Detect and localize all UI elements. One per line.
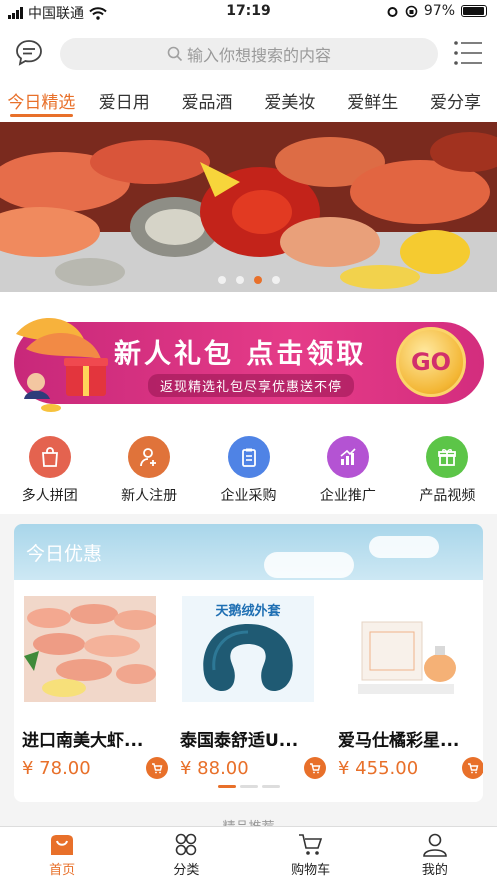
tab-daily-use[interactable]: 爱日用 [83,82,166,122]
nav-profile[interactable]: 我的 [373,827,497,883]
promo-title: 新人礼包 点击领取 [114,339,367,370]
search-icon [167,46,183,62]
shrimp-image [24,596,156,702]
cart-icon [468,763,479,774]
battery-percent: 97% [423,3,455,19]
promo-subtitle: 返现精选礼包尽享优惠送不停 [148,374,355,397]
gift-icon [426,436,469,478]
cart-icon [152,763,163,774]
search-input[interactable]: 输入你想搜索的内容 [60,38,438,70]
deals-pager [14,785,483,788]
nav-category[interactable]: 分类 [124,827,248,883]
carousel-dot-active[interactable] [253,276,262,284]
cloud-decoration [369,536,439,558]
quick-link-label: 企业采购 [220,488,277,504]
cart-icon [310,763,321,774]
pager-indicator-active [217,785,236,788]
quick-link-promotion[interactable]: 企业推广 [298,424,397,514]
add-to-cart-button[interactable] [304,757,326,779]
quick-link-label: 多人拼团 [21,488,78,504]
add-to-cart-button[interactable] [146,757,168,779]
quick-link-group-buy[interactable]: 多人拼团 [0,424,99,514]
bottom-nav: 首页 分类 购物车 我的 [0,826,497,883]
product-price: ¥ 88.00 [180,757,249,779]
alarm-icon [387,6,398,17]
quick-link-register[interactable]: 新人注册 [99,424,198,514]
product-card[interactable]: 进口南美大虾... ¥ 78.00 [22,596,168,779]
deals-title: 今日优惠 [26,543,103,565]
top-header: 输入你想搜索的内容 [0,24,497,82]
product-card[interactable]: 天鹅绒外套 泰国泰舒适U... ¥ 88.00 [180,596,326,779]
category-tabs: 今日精选 爱日用 爱品酒 爱美妆 爱鲜生 爱分享 [0,82,497,122]
tab-wine[interactable]: 爱品酒 [166,82,249,122]
nav-cart[interactable]: 购物车 [249,827,373,883]
tab-beauty[interactable]: 爱美妆 [248,82,331,122]
promo-section: 新人礼包 点击领取 返现精选礼包尽享优惠送不停 GO [0,292,497,424]
deals-product-list: 进口南美大虾... ¥ 78.00 天鹅绒外套 泰国泰舒适U... ¥ 88.0… [14,580,483,779]
gift-illustration [16,317,108,412]
quick-link-procurement[interactable]: 企业采购 [199,424,298,514]
add-to-cart-button[interactable] [462,757,483,779]
cart-icon [298,834,322,855]
product-card[interactable]: 爱马仕橘彩星... ¥ 455.00 [338,596,483,779]
product-name: 爱马仕橘彩星... [338,731,460,751]
nav-label: 我的 [421,863,448,878]
app-screen: 中国联通 17:19 97% 输入你想搜索的内容 今日精选 爱日用 爱品酒 爱美… [0,0,497,883]
category-icon [176,833,197,856]
cloud-decoration [264,552,354,578]
nav-label: 首页 [49,863,76,878]
quick-links: 多人拼团 新人注册 企业采购 企业推广 产品视频 [0,424,497,514]
quick-link-label: 新人注册 [121,488,178,504]
neck-pillow-image: 天鹅绒外套 [182,596,314,702]
tab-fresh[interactable]: 爱鲜生 [331,82,414,122]
deals-header: 今日优惠 [14,524,483,580]
menu-icon[interactable] [453,40,483,66]
carousel-dot[interactable] [217,276,226,284]
new-user-gift-banner[interactable]: 新人礼包 点击领取 返现精选礼包尽享优惠送不停 GO [14,317,484,412]
tab-share[interactable]: 爱分享 [414,82,497,122]
tab-today-picks[interactable]: 今日精选 [0,82,83,122]
message-icon[interactable] [14,38,44,68]
rotation-lock-icon [405,5,418,17]
profile-icon [423,833,447,857]
product-name: 进口南美大虾... [22,731,144,751]
carousel-dots [0,276,497,284]
pager-indicator [239,785,258,788]
product-price: ¥ 455.00 [338,757,419,779]
product-name: 泰国泰舒适U... [180,731,299,751]
quick-link-video[interactable]: 产品视频 [398,424,497,514]
quick-link-label: 企业推广 [319,488,376,504]
shopping-bag-icon [28,436,71,478]
user-add-icon [128,436,171,478]
go-button[interactable]: GO [396,327,466,397]
nav-home[interactable]: 首页 [0,827,124,883]
status-bar: 中国联通 17:19 97% [0,0,497,24]
seafood-image [0,122,497,292]
clipboard-icon [227,436,270,478]
bar-chart-icon [326,436,369,478]
product-price: ¥ 78.00 [22,757,91,779]
nav-label: 分类 [173,863,200,878]
today-deals-card: 今日优惠 进口南美大虾... ¥ 78.00 天鹅绒外套 泰国泰舒适U... ¥… [14,524,483,802]
perfume-image [340,596,472,702]
nav-label: 购物车 [291,863,331,878]
carousel-dot[interactable] [271,276,280,284]
hero-banner[interactable] [0,122,497,292]
search-placeholder: 输入你想搜索的内容 [186,46,331,65]
home-icon [51,835,74,855]
carousel-dot[interactable] [235,276,244,284]
pager-indicator [261,785,280,788]
quick-link-label: 产品视频 [419,488,476,504]
battery-icon [461,5,487,17]
